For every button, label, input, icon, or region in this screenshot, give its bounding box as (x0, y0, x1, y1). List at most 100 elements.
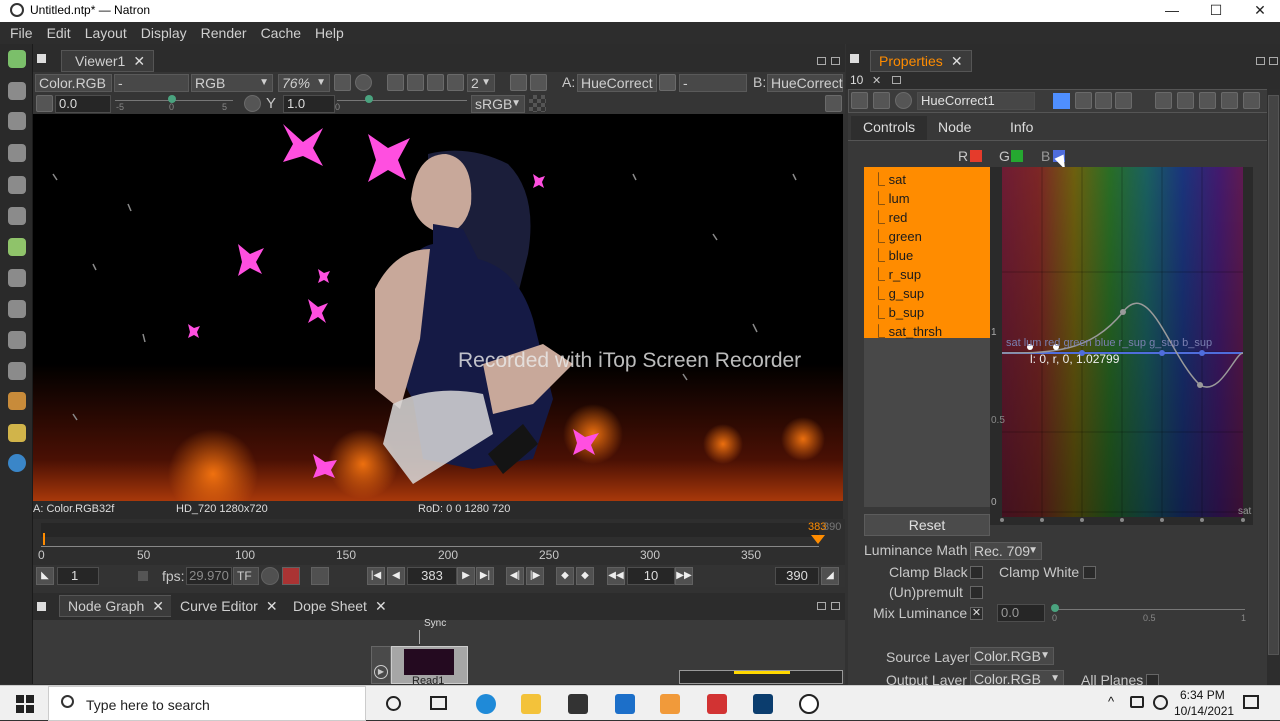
last-frame-button[interactable]: ▶| (476, 567, 494, 585)
curve-item-b-sup[interactable]: ⎿ b_sup (872, 302, 924, 321)
input-count-select[interactable]: 2 ▼ (467, 74, 495, 92)
store-icon[interactable] (568, 694, 588, 714)
node-play-toggle[interactable]: ▶ (371, 646, 391, 684)
in-point-marker[interactable] (43, 533, 45, 545)
lock-range-icon[interactable] (311, 567, 329, 585)
colorspace-select[interactable]: sRGB ▼ (471, 95, 525, 113)
set-in-point-icon[interactable]: ◣ (36, 567, 54, 585)
gain-field[interactable]: 0.0 (55, 95, 111, 113)
tab-node[interactable]: Node (926, 116, 983, 140)
color-picker-icon[interactable] (825, 95, 842, 112)
edge-icon[interactable] (476, 694, 496, 714)
curve-item-sat[interactable]: ⎿ sat (872, 169, 906, 188)
menu-help[interactable]: Help (308, 22, 351, 44)
playhead-icon[interactable] (811, 535, 825, 544)
channel-g-toggle[interactable] (1011, 150, 1023, 162)
turbo-checkbox[interactable] (138, 571, 148, 581)
close-icon[interactable]: ✕ (951, 53, 963, 69)
increment-field[interactable]: 10 (627, 567, 675, 585)
play-forward-button[interactable]: ▶ (457, 567, 475, 585)
float-pane-icon[interactable] (1256, 57, 1265, 65)
menu-layout[interactable]: Layout (78, 22, 134, 44)
layer-select[interactable]: Color.RGB (35, 74, 112, 92)
skip-forward-button[interactable]: ▶▶ (675, 567, 693, 585)
clock-time[interactable]: 6:34 PM (1180, 688, 1225, 702)
curve-item-green[interactable]: ⎿ green (872, 226, 922, 245)
center-node-icon[interactable] (895, 92, 912, 109)
clock-date[interactable]: 10/14/2021 (1174, 704, 1234, 718)
tab-info[interactable]: Info (998, 116, 1045, 140)
gamma-field[interactable]: 1.0 (283, 95, 335, 113)
menu-file[interactable]: File (0, 22, 40, 44)
channel-tool-icon[interactable] (8, 144, 26, 162)
keyer-tool-icon[interactable] (8, 238, 26, 256)
lock-icon[interactable] (334, 74, 351, 91)
mix-slider-track[interactable] (1055, 609, 1245, 610)
mail-icon[interactable] (615, 694, 635, 714)
help-icon[interactable] (1155, 92, 1172, 109)
viewer-canvas[interactable] (33, 114, 843, 501)
input-a-select[interactable]: HueCorrect (577, 74, 657, 92)
luminance-math-select[interactable]: Rec. 709 ▼ (970, 542, 1042, 560)
extra-tool-icon[interactable] (8, 424, 26, 442)
gamma-slider-handle[interactable] (365, 95, 373, 103)
time-tool-icon[interactable] (8, 112, 26, 130)
input-b-select[interactable]: HueCorrect (767, 74, 843, 92)
close-pane-icon[interactable] (831, 602, 840, 610)
settings-gear-icon[interactable] (873, 92, 890, 109)
curve-item-red[interactable]: ⎿ red (872, 207, 907, 226)
close-icon[interactable]: ✕ (152, 598, 164, 614)
mix-slider-handle[interactable] (1051, 604, 1059, 612)
end-frame-field[interactable]: 390 (775, 567, 819, 585)
gamma-toggle-icon[interactable] (244, 95, 261, 112)
current-frame-field[interactable]: 383 (407, 567, 457, 585)
paint-tool-icon[interactable] (8, 82, 26, 100)
mix-luminance-checkbox[interactable]: ✕ (970, 607, 983, 620)
tab-node-graph[interactable]: Node Graph ✕ (59, 595, 174, 617)
navigator-minimap[interactable] (679, 670, 843, 684)
filter-tool-icon[interactable] (8, 207, 26, 225)
navigator-viewport[interactable] (734, 671, 790, 674)
properties-scrollbar-thumb[interactable] (1268, 95, 1279, 655)
set-out-point-icon[interactable]: ◢ (821, 567, 839, 585)
tab-properties[interactable]: Properties ✕ (870, 50, 972, 72)
selection-tool-icon[interactable] (8, 50, 26, 68)
clear-panels-icon[interactable]: ✕ (872, 74, 881, 87)
views-tool-icon[interactable] (8, 331, 26, 349)
windows-start-icon[interactable] (16, 695, 34, 713)
notifications-icon[interactable] (1243, 695, 1259, 709)
clamp-white-checkbox[interactable] (1083, 566, 1096, 579)
pyplug-tool-icon[interactable] (8, 454, 26, 472)
float-pane-icon[interactable] (817, 57, 826, 65)
start-frame-field[interactable]: 1 (57, 567, 99, 585)
curve-item-blue[interactable]: ⎿ blue (872, 245, 913, 264)
node-graph-canvas[interactable]: Sync ▶ Read1 (33, 618, 845, 687)
reset-button[interactable]: Reset (864, 514, 990, 536)
minimize-button[interactable]: — (1150, 0, 1194, 22)
merge-tool-icon[interactable] (8, 269, 26, 287)
pane-menu-icon[interactable] (37, 54, 46, 63)
zoom-select[interactable]: 76% ▼ (278, 74, 330, 92)
curve-item-g-sup[interactable]: ⎿ g_sup (872, 283, 924, 302)
first-frame-button[interactable]: |◀ (367, 567, 385, 585)
network-icon[interactable] (1130, 696, 1144, 708)
checkerboard-toggle-icon[interactable] (529, 95, 546, 112)
close-window-button[interactable]: ✕ (1238, 0, 1280, 22)
close-pane-icon[interactable] (831, 57, 840, 65)
unpremult-checkbox[interactable] (970, 586, 983, 599)
skip-backward-button[interactable]: ◀◀ (607, 567, 625, 585)
gmic-tool-icon[interactable] (8, 392, 26, 410)
menu-render[interactable]: Render (194, 22, 254, 44)
close-pane-icon[interactable] (1269, 57, 1278, 65)
undo-icon[interactable] (1075, 92, 1092, 109)
file-explorer-icon[interactable] (521, 694, 541, 714)
vegas-icon[interactable] (753, 694, 773, 714)
checkerboard-icon[interactable] (427, 74, 444, 91)
sync-icon[interactable] (355, 74, 372, 91)
minimize-panel-icon[interactable] (1199, 92, 1216, 109)
pause-icon[interactable] (530, 74, 547, 91)
wipe-icon[interactable] (659, 74, 676, 91)
close-icon[interactable]: ✕ (266, 598, 278, 614)
alpha-select[interactable]: - (114, 74, 189, 92)
tab-viewer1[interactable]: Viewer1 ✕ (61, 50, 155, 72)
